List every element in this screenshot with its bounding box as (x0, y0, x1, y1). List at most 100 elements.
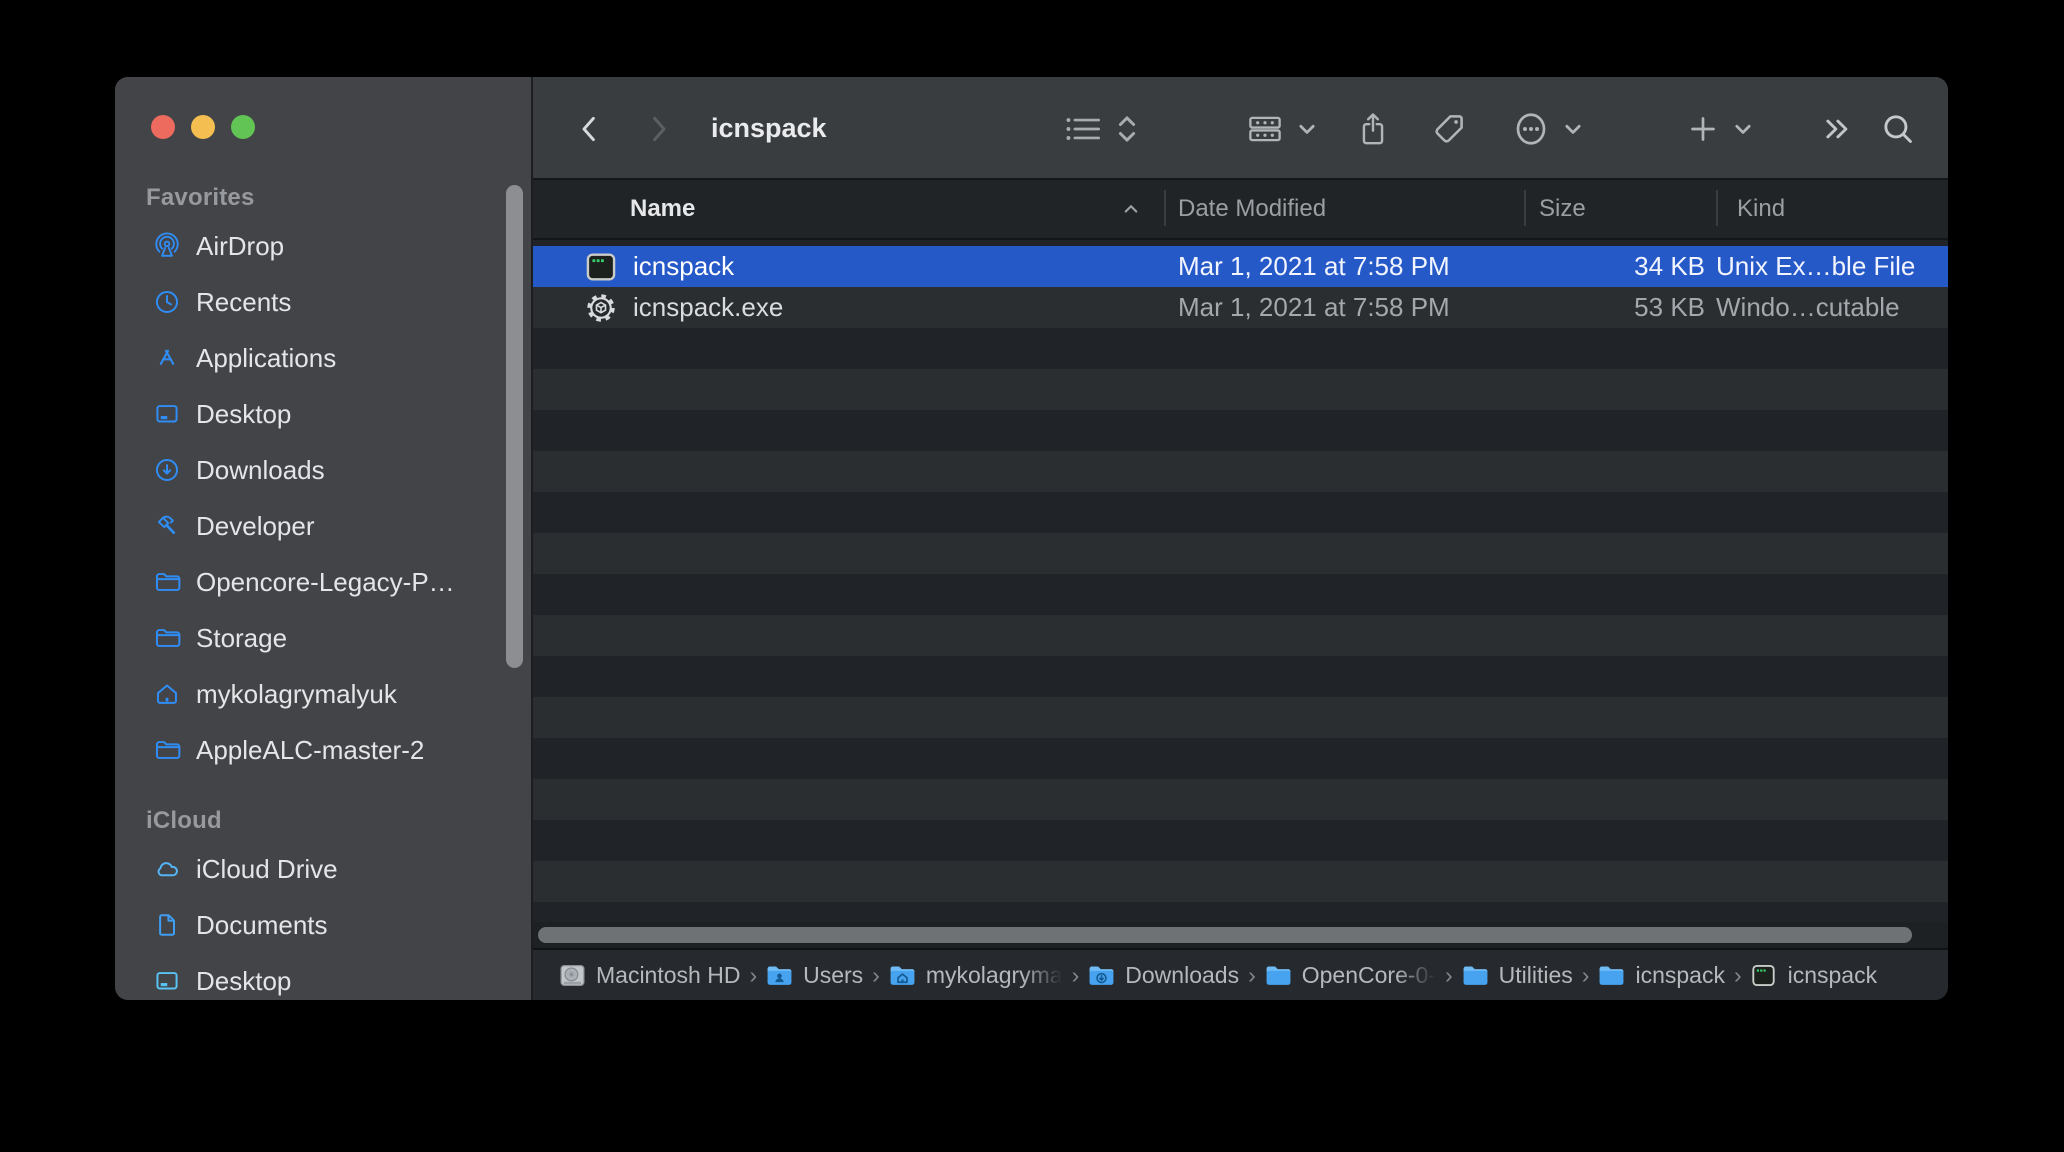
file-size: 34 KB (1634, 251, 1705, 281)
path-separator: › (1071, 961, 1080, 988)
close-button[interactable] (151, 115, 175, 139)
clock-icon (153, 288, 181, 316)
cloud-icon (153, 855, 181, 883)
folder-icon (153, 568, 181, 596)
gear-icon (585, 292, 617, 324)
tag-button[interactable] (1425, 77, 1473, 180)
view-picker-chevrons-icon[interactable] (1111, 77, 1143, 180)
sidebar-item-label: Developer (196, 510, 315, 541)
hammer-icon (153, 512, 181, 540)
minimize-button[interactable] (191, 115, 215, 139)
path-item-users[interactable]: Users (766, 962, 863, 989)
column-header-name[interactable]: Name (630, 180, 695, 238)
sidebar-item-opencore-legacy[interactable]: Opencore-Legacy-P… (115, 554, 531, 610)
zoom-button[interactable] (231, 115, 255, 139)
file-list: icnspack Mar 1, 2021 at 7:58 PM 34 KB Un… (533, 240, 1948, 922)
path-label: icnspack (1635, 961, 1725, 988)
desktop-icon (153, 967, 181, 995)
path-label: Macintosh HD (596, 961, 741, 988)
sidebar-item-label: Applications (196, 342, 337, 373)
path-item-icnspack-folder[interactable]: icnspack (1598, 961, 1725, 989)
column-header-date-modified[interactable]: Date Modified (1178, 180, 1326, 238)
file-row-icnspack-exe[interactable]: icnspack.exe Mar 1, 2021 at 7:58 PM 53 K… (533, 287, 1948, 328)
sidebar-item-downloads[interactable]: Downloads (115, 442, 531, 498)
path-item-macintosh-hd[interactable]: Macintosh HD (559, 962, 740, 989)
sidebar-item-airdrop[interactable]: AirDrop (115, 218, 531, 274)
path-label: Users (803, 961, 864, 988)
column-divider[interactable] (1164, 190, 1166, 226)
file-kind: Unix Ex…ble File (1716, 251, 1916, 281)
column-divider[interactable] (1524, 190, 1526, 226)
unix-executable-icon (1751, 963, 1778, 988)
path-item-user-home[interactable]: mykolagryma (889, 962, 1063, 989)
folder-icon (1265, 963, 1292, 988)
group-view-chevron-icon[interactable] (1293, 77, 1321, 180)
sidebar-item-icloud-drive[interactable]: iCloud Drive (115, 841, 531, 897)
sidebar-item-documents[interactable]: Documents (115, 897, 531, 953)
sidebar-icloud-list: iCloud Drive Documents Desktop (115, 841, 531, 1000)
toolbar: icnspack (533, 77, 1948, 180)
share-button[interactable] (1349, 77, 1397, 180)
sidebar-section-favorites: Favorites (146, 184, 255, 211)
path-item-utilities[interactable]: Utilities (1462, 962, 1573, 989)
folder-icon (153, 736, 181, 764)
search-button[interactable] (1873, 77, 1923, 180)
file-size: 53 KB (1634, 292, 1705, 322)
back-button[interactable] (566, 77, 612, 180)
path-separator: › (749, 961, 758, 988)
path-item-icnspack-file[interactable]: icnspack (1751, 962, 1877, 989)
sidebar-item-developer[interactable]: Developer (115, 498, 531, 554)
sidebar-item-desktop[interactable]: Desktop (115, 386, 531, 442)
sidebar-item-label: iCloud Drive (196, 853, 338, 884)
sidebar-item-home[interactable]: mykolagrymalyuk (115, 666, 531, 722)
content-area: icnspack Name Date Modified Size Kind ic… (533, 77, 1948, 1000)
folder-users-icon (766, 963, 793, 988)
desktop-background: Favorites AirDrop Recents Applications D… (0, 0, 2064, 1152)
folder-icon (1598, 963, 1625, 988)
sidebar-item-label: mykolagrymalyuk (196, 678, 397, 709)
sidebar-item-applealc[interactable]: AppleALC-master-2 (115, 722, 531, 778)
horizontal-scrollbar-thumb[interactable] (538, 927, 1912, 943)
app-store-icon (153, 344, 181, 372)
file-name: icnspack (633, 251, 735, 281)
path-separator: › (1733, 961, 1742, 988)
file-row-icnspack[interactable]: icnspack Mar 1, 2021 at 7:58 PM 34 KB Un… (533, 246, 1948, 287)
sidebar-item-label: Recents (196, 286, 292, 317)
sidebar-item-label: AppleALC-master-2 (196, 734, 425, 765)
sidebar-item-recents[interactable]: Recents (115, 274, 531, 330)
horizontal-scrollbar-track[interactable] (533, 922, 1948, 948)
group-view-button[interactable] (1240, 77, 1290, 180)
sidebar-item-storage[interactable]: Storage (115, 610, 531, 666)
sidebar-item-applications[interactable]: Applications (115, 330, 531, 386)
forward-button[interactable] (636, 77, 682, 180)
sort-ascending-icon[interactable] (1121, 180, 1141, 238)
file-date-modified: Mar 1, 2021 at 7:58 PM (1178, 292, 1450, 322)
overflow-button[interactable] (1813, 77, 1861, 180)
sidebar-item-desktop-icloud[interactable]: Desktop (115, 953, 531, 1000)
sidebar-item-label: Documents (196, 909, 328, 940)
path-label: OpenCore-0- (1301, 961, 1436, 988)
path-separator: › (1444, 961, 1453, 988)
column-header-kind[interactable]: Kind (1737, 180, 1785, 238)
path-label: Utilities (1498, 961, 1573, 988)
list-view-button[interactable] (1059, 77, 1107, 180)
column-divider[interactable] (1716, 190, 1718, 226)
sidebar-section-icloud: iCloud (146, 807, 222, 834)
window-title: icnspack (711, 113, 827, 143)
add-chevron-icon[interactable] (1729, 77, 1757, 180)
more-options-chevron-icon[interactable] (1559, 77, 1587, 180)
sidebar-item-label: AirDrop (196, 230, 285, 261)
airdrop-icon (153, 232, 181, 260)
column-header-size[interactable]: Size (1539, 180, 1586, 238)
more-options-button[interactable] (1505, 77, 1557, 180)
sidebar-favorites-list: AirDrop Recents Applications Desktop Dow… (115, 218, 531, 778)
path-item-opencore[interactable]: OpenCore-0- (1265, 962, 1436, 989)
unix-executable-icon (585, 251, 617, 283)
sidebar-scrollbar[interactable] (506, 185, 523, 668)
sidebar-item-label: Storage (196, 622, 288, 653)
folder-icon (153, 624, 181, 652)
folder-home-icon (889, 963, 916, 988)
path-label: icnspack (1787, 961, 1878, 988)
add-button[interactable] (1679, 77, 1727, 180)
path-item-downloads[interactable]: Downloads (1088, 962, 1239, 989)
